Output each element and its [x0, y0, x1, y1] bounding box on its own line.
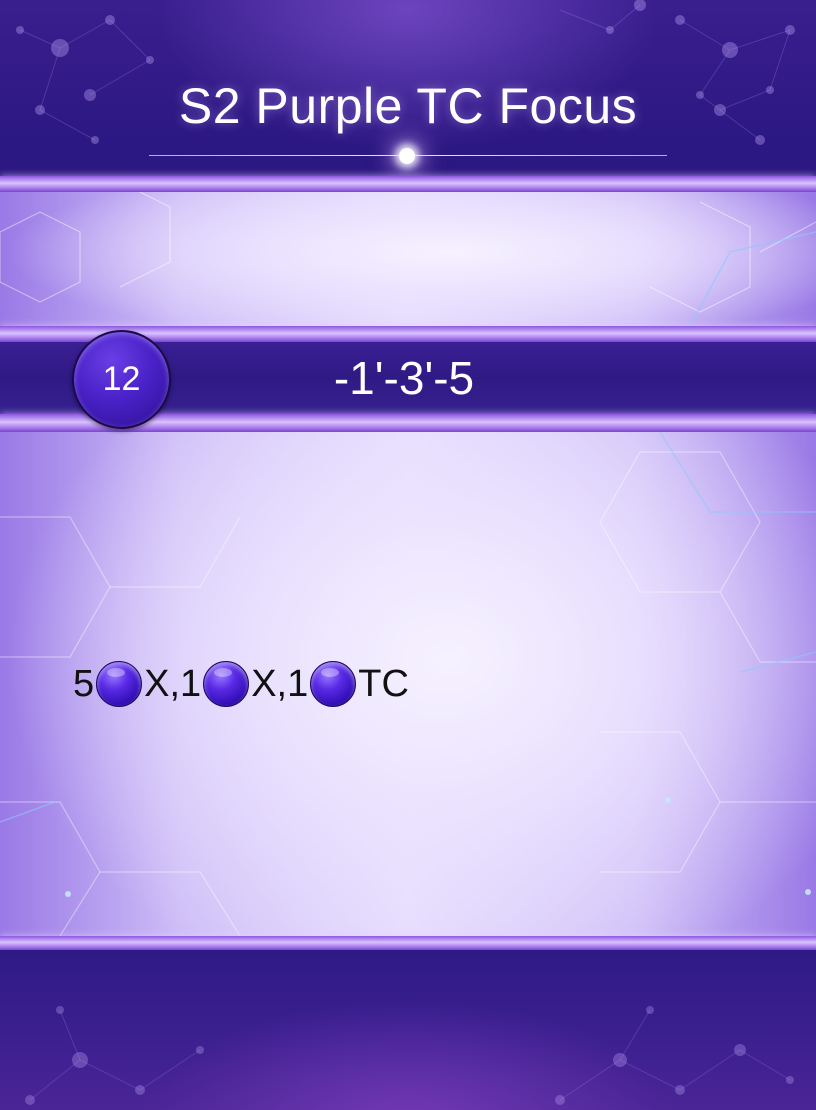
cost-badge: 12 — [72, 330, 171, 429]
effect-text: 5 X,1 X,1 TC — [73, 659, 409, 709]
network-pattern — [25, 1006, 794, 1105]
glow-dot-icon — [399, 148, 415, 164]
purple-orb-icon — [310, 661, 357, 707]
effect-amount: 5 — [73, 663, 95, 705]
accent-bar-bottom — [0, 936, 816, 950]
purple-orb-icon — [203, 661, 250, 707]
effect-amount: X,1 — [144, 663, 202, 705]
effect-keyword: TC — [358, 663, 409, 705]
card-header: S2 Purple TC Focus — [0, 0, 816, 176]
card-footer — [0, 950, 816, 1110]
card-title: S2 Purple TC Focus — [178, 78, 638, 134]
hex-pattern — [0, 192, 816, 326]
purple-orb-icon — [96, 661, 143, 707]
cost-sequence: -1'-3'-5 — [333, 352, 475, 404]
accent-bar-top — [0, 176, 816, 192]
upper-panel — [0, 192, 816, 326]
effect-amount: X,1 — [251, 663, 309, 705]
